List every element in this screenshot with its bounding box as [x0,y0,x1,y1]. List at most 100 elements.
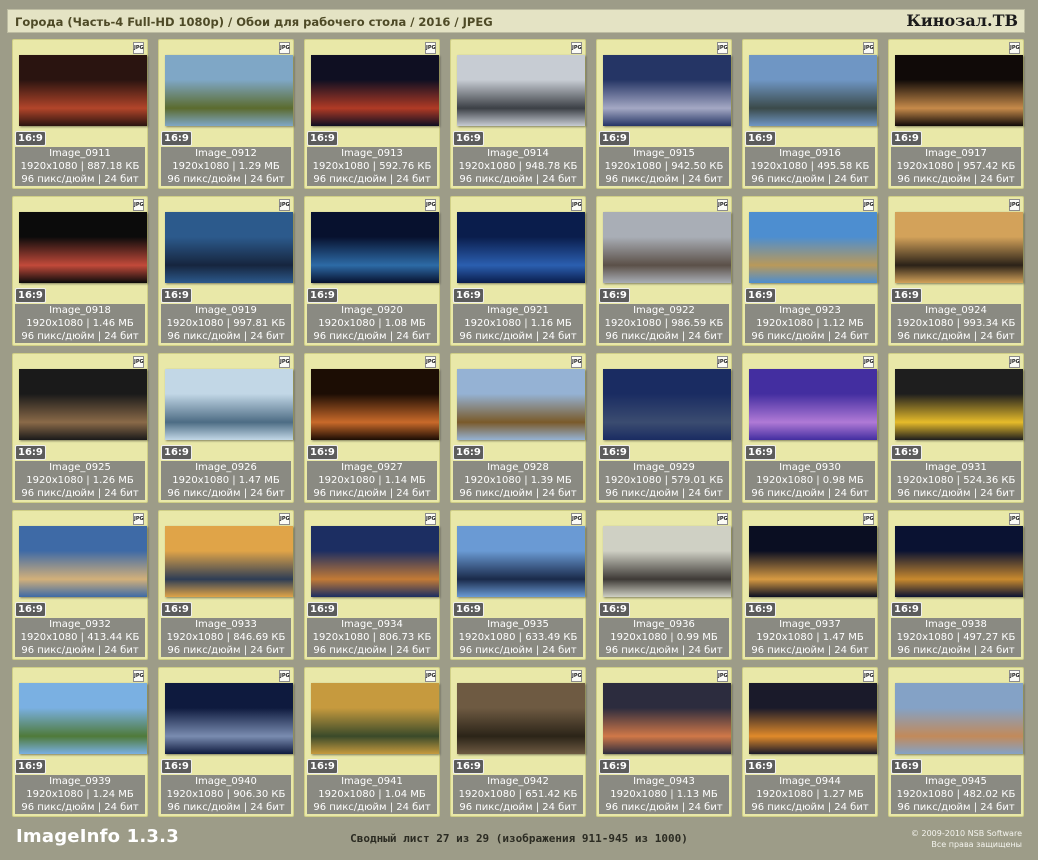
thumbnail-image[interactable] [457,683,585,754]
thumbnail-image[interactable] [603,683,731,754]
thumbnail-image[interactable] [895,212,1023,283]
thumbnail-tile[interactable]: JPG 16:9 Image_0916 1920x1080 | 495.58 КБ 96… [742,39,878,189]
thumbnail-tile[interactable]: JPG 16:9 Image_0941 1920x1080 | 1.04 МБ 96 п… [304,667,440,817]
image-name: Image_0911 [49,148,111,159]
thumbnail-image[interactable] [311,369,439,440]
aspect-ratio-badge: 16:9 [599,602,630,617]
thumbnail-tile[interactable]: JPG 16:9 Image_0931 1920x1080 | 524.36 КБ 96… [888,353,1024,503]
thumbnail-tile[interactable]: JPG 16:9 Image_0929 1920x1080 | 579.01 КБ 96… [596,353,732,503]
image-info: Image_0932 1920x1080 | 413.44 КБ 96 пикс/д… [15,618,145,657]
image-dims: 1920x1080 | 495.58 КБ [750,161,870,172]
thumbnail-tile[interactable]: JPG 16:9 Image_0939 1920x1080 | 1.24 МБ 96 п… [12,667,148,817]
image-info: Image_0922 1920x1080 | 986.59 КБ 96 пикс/д… [599,304,729,343]
thumbnail-image[interactable] [19,55,147,126]
thumbnail-tile[interactable]: JPG 16:9 Image_0921 1920x1080 | 1.16 МБ 96 п… [450,196,586,346]
image-meta: 96 пикс/дюйм | 24 бит [167,488,285,499]
thumbnail-tile[interactable]: JPG 16:9 Image_0911 1920x1080 | 887.18 КБ 96… [12,39,148,189]
thumbnail-tile[interactable]: JPG 16:9 Image_0912 1920x1080 | 1.29 МБ 96 п… [158,39,294,189]
image-name: Image_0923 [779,305,841,316]
thumbnail-tile[interactable]: JPG 16:9 Image_0917 1920x1080 | 957.42 КБ 96… [888,39,1024,189]
image-dims: 1920x1080 | 1.12 МБ [756,318,864,329]
thumbnail-tile[interactable]: JPG 16:9 Image_0942 1920x1080 | 651.42 КБ 96… [450,667,586,817]
thumbnail-tile[interactable]: JPG 16:9 Image_0930 1920x1080 | 0.98 МБ 96 п… [742,353,878,503]
image-meta: 96 пикс/дюйм | 24 бит [167,331,285,342]
image-dims: 1920x1080 | 1.29 МБ [172,161,280,172]
aspect-ratio-badge: 16:9 [161,602,192,617]
thumbnail-tile[interactable]: JPG 16:9 Image_0924 1920x1080 | 993.34 КБ 96… [888,196,1024,346]
thumbnail-tile[interactable]: JPG 16:9 Image_0927 1920x1080 | 1.14 МБ 96 п… [304,353,440,503]
jpg-file-icon: JPG [279,356,290,368]
thumbnail-image[interactable] [165,683,293,754]
thumbnail-tile[interactable]: JPG 16:9 Image_0945 1920x1080 | 482.02 КБ 96… [888,667,1024,817]
thumbnail-image[interactable] [895,369,1023,440]
thumbnail-image[interactable] [895,55,1023,126]
thumbnail-image[interactable] [19,369,147,440]
thumbnail-tile[interactable]: JPG 16:9 Image_0913 1920x1080 | 592.76 КБ 96… [304,39,440,189]
thumbnail-image[interactable] [19,683,147,754]
thumbnail-tile[interactable]: JPG 16:9 Image_0915 1920x1080 | 942.50 КБ 96… [596,39,732,189]
thumbnail-tile[interactable]: JPG 16:9 Image_0938 1920x1080 | 497.27 КБ 96… [888,510,1024,660]
image-meta: 96 пикс/дюйм | 24 бит [313,645,431,656]
thumbnail-image[interactable] [749,212,877,283]
thumbnail-image[interactable] [165,526,293,597]
thumbnail-image[interactable] [603,369,731,440]
thumbnail-tile[interactable]: JPG 16:9 Image_0937 1920x1080 | 1.47 МБ 96 п… [742,510,878,660]
thumbnail-tile[interactable]: JPG 16:9 Image_0923 1920x1080 | 1.12 МБ 96 п… [742,196,878,346]
thumbnail-tile[interactable]: JPG 16:9 Image_0914 1920x1080 | 948.78 КБ 96… [450,39,586,189]
thumbnail-tile[interactable]: JPG 16:9 Image_0926 1920x1080 | 1.47 МБ 96 п… [158,353,294,503]
thumbnail-tile[interactable]: JPG 16:9 Image_0919 1920x1080 | 997.81 КБ 96… [158,196,294,346]
thumbnail-image[interactable] [311,55,439,126]
thumbnail-image[interactable] [311,212,439,283]
image-meta: 96 пикс/дюйм | 24 бит [313,331,431,342]
image-meta: 96 пикс/дюйм | 24 бит [605,488,723,499]
jpg-file-icon: JPG [425,42,436,54]
image-name: Image_0928 [487,462,549,473]
image-info: Image_0913 1920x1080 | 592.76 КБ 96 пикс/д… [307,147,437,186]
thumbnail-tile[interactable]: JPG 16:9 Image_0944 1920x1080 | 1.27 МБ 96 п… [742,667,878,817]
image-meta: 96 пикс/дюйм | 24 бит [751,488,869,499]
thumbnail-tile[interactable]: JPG 16:9 Image_0925 1920x1080 | 1.26 МБ 96 п… [12,353,148,503]
thumbnail-tile[interactable]: JPG 16:9 Image_0932 1920x1080 | 413.44 КБ 96… [12,510,148,660]
jpg-file-icon: JPG [571,670,582,682]
thumbnail-image[interactable] [311,683,439,754]
thumbnail-image[interactable] [457,369,585,440]
thumbnail-tile[interactable]: JPG 16:9 Image_0943 1920x1080 | 1.13 МБ 96 п… [596,667,732,817]
thumbnail-image[interactable] [895,683,1023,754]
thumbnail-image[interactable] [19,526,147,597]
thumbnail-tile[interactable]: JPG 16:9 Image_0918 1920x1080 | 1.46 МБ 96 п… [12,196,148,346]
thumbnail-image[interactable] [749,683,877,754]
thumbnail-image[interactable] [311,526,439,597]
thumbnail-image[interactable] [457,212,585,283]
aspect-ratio-badge: 16:9 [453,602,484,617]
thumbnail-image[interactable] [165,212,293,283]
jpg-file-icon: JPG [571,356,582,368]
thumbnail-image[interactable] [749,526,877,597]
thumbnail-image[interactable] [19,212,147,283]
aspect-ratio-badge: 16:9 [161,131,192,146]
image-dims: 1920x1080 | 1.46 МБ [26,318,134,329]
thumbnail-image[interactable] [749,55,877,126]
thumbnail-image[interactable] [603,212,731,283]
thumbnail-tile[interactable]: JPG 16:9 Image_0928 1920x1080 | 1.39 МБ 96 п… [450,353,586,503]
thumbnail-image[interactable] [603,55,731,126]
aspect-ratio-badge: 16:9 [745,602,776,617]
thumbnail-image[interactable] [603,526,731,597]
aspect-ratio-badge: 16:9 [891,759,922,774]
thumbnail-tile[interactable]: JPG 16:9 Image_0936 1920x1080 | 0.99 МБ 96 п… [596,510,732,660]
thumbnail-tile[interactable]: JPG 16:9 Image_0922 1920x1080 | 986.59 КБ 96… [596,196,732,346]
thumbnail-image[interactable] [749,369,877,440]
thumbnail-image[interactable] [457,526,585,597]
thumbnail-tile[interactable]: JPG 16:9 Image_0934 1920x1080 | 806.73 КБ 96… [304,510,440,660]
image-dims: 1920x1080 | 1.47 МБ [756,632,864,643]
thumbnail-tile[interactable]: JPG 16:9 Image_0935 1920x1080 | 633.49 КБ 96… [450,510,586,660]
aspect-ratio-badge: 16:9 [599,131,630,146]
thumbnail-image[interactable] [165,369,293,440]
thumbnail-image[interactable] [165,55,293,126]
thumbnail-image[interactable] [895,526,1023,597]
thumbnail-tile[interactable]: JPG 16:9 Image_0920 1920x1080 | 1.08 МБ 96 п… [304,196,440,346]
thumbnail-image[interactable] [457,55,585,126]
thumbnail-tile[interactable]: JPG 16:9 Image_0940 1920x1080 | 906.30 КБ 96… [158,667,294,817]
jpg-file-icon: JPG [717,42,728,54]
aspect-ratio-badge: 16:9 [891,445,922,460]
thumbnail-tile[interactable]: JPG 16:9 Image_0933 1920x1080 | 846.69 КБ 96… [158,510,294,660]
